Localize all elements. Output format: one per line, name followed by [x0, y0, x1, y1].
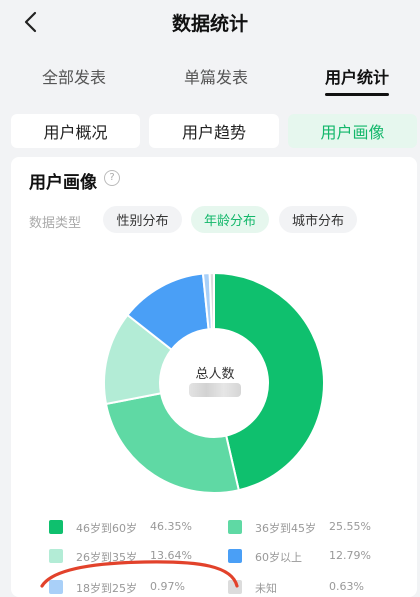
segment-user-overview[interactable]: 用户概况: [11, 114, 140, 148]
segment-user-portrait[interactable]: 用户画像: [288, 114, 417, 148]
legend-swatch: [228, 520, 242, 534]
legend-percentage: 12.79%: [329, 549, 371, 562]
legend-label: 46岁到60岁: [76, 522, 137, 535]
top-tabs: 全部发表 单篇发表 用户统计: [0, 56, 420, 98]
header: 数据统计: [0, 0, 420, 44]
legend-swatch: [49, 520, 63, 534]
legend-swatch: [228, 580, 242, 594]
legend-swatch: [49, 580, 63, 594]
tab-user-stats[interactable]: 用户统计: [325, 64, 389, 88]
tab-all-posts[interactable]: 全部发表: [42, 64, 106, 88]
page-title: 数据统计: [171, 13, 248, 35]
legend-label: 26岁到35岁: [76, 551, 137, 564]
legend-percentage: 0.63%: [329, 580, 364, 593]
legend-label: 18岁到25岁: [76, 582, 137, 595]
legend-label: 36岁到45岁: [255, 522, 316, 535]
total-users-label: 总人数: [195, 367, 235, 382]
legend-percentage: 25.55%: [329, 520, 371, 533]
active-tab-indicator: [325, 93, 389, 96]
legend-percentage: 0.97%: [150, 580, 185, 593]
total-users-value-blurred: [189, 383, 241, 397]
legend-percentage: 13.64%: [150, 549, 192, 562]
user-portrait-card: 用户画像 ? 数据类型 性别分布 年龄分布 城市分布 总人数 46岁到60岁 46…: [11, 157, 417, 597]
legend-label: 未知: [255, 582, 277, 595]
tab-single-post[interactable]: 单篇发表: [184, 64, 248, 88]
segment-user-trend[interactable]: 用户趋势: [149, 114, 279, 148]
legend-swatch: [228, 549, 242, 563]
donut-slice-1: [104, 392, 240, 494]
legend-swatch: [49, 549, 63, 563]
legend-label: 60岁以上: [255, 551, 302, 564]
legend-percentage: 46.35%: [150, 520, 192, 533]
